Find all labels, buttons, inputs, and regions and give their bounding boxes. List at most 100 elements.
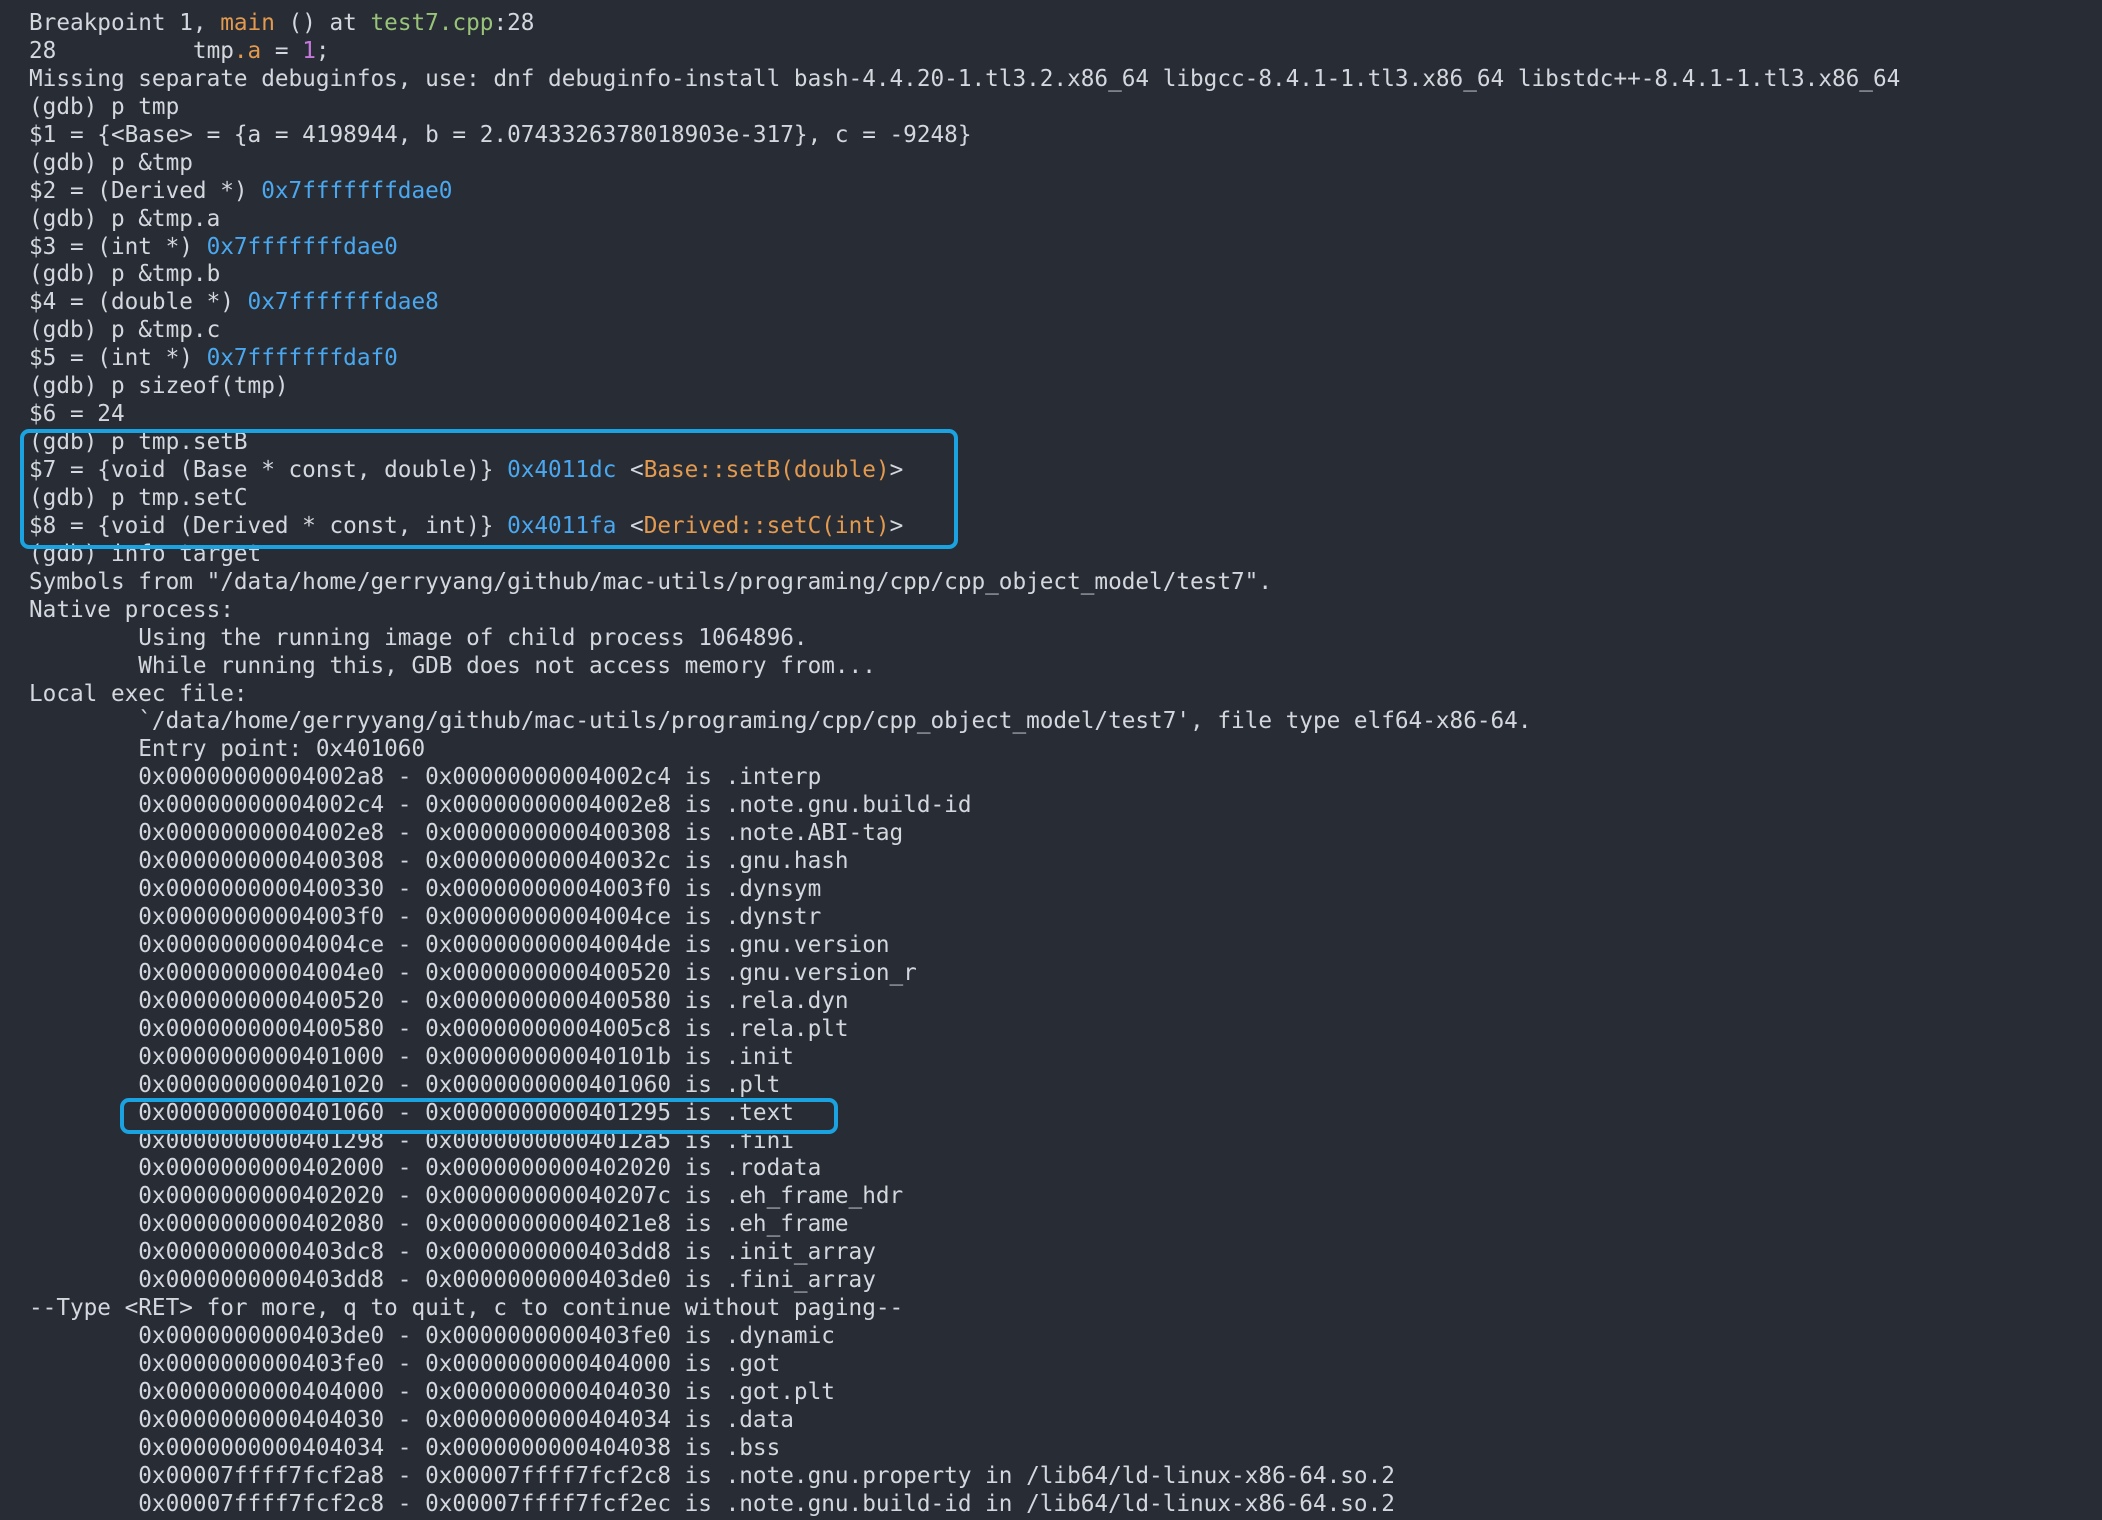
terminal-line: 0x00000000004004ce - 0x00000000004004de … bbox=[29, 932, 2102, 960]
terminal-text-span: test7.cpp bbox=[370, 10, 494, 36]
terminal-line: 0x0000000000402000 - 0x0000000000402020 … bbox=[29, 1155, 2102, 1183]
terminal-text-span: 0x00000000004004ce - 0x00000000004004de … bbox=[29, 931, 890, 958]
terminal-line: 0x0000000000403de0 - 0x0000000000403fe0 … bbox=[29, 1323, 2102, 1351]
terminal-text-span: ; bbox=[315, 37, 330, 64]
terminal-text-span: 0x00000000004002e8 - 0x0000000000400308 … bbox=[29, 820, 904, 847]
terminal-line: 28 tmp.a = 1; bbox=[29, 38, 2102, 66]
terminal-line: Local exec file: bbox=[29, 681, 2102, 709]
terminal-text-span: 0x4011fa bbox=[507, 512, 617, 539]
terminal-text-span: (gdb) p &tmp.b bbox=[29, 261, 221, 288]
terminal-text-span: $5 = (int *) bbox=[29, 345, 207, 372]
terminal-line: 0x00000000004002e8 - 0x0000000000400308 … bbox=[29, 820, 2102, 848]
terminal-line: 0x00007ffff7fcf2a8 - 0x00007ffff7fcf2c8 … bbox=[29, 1463, 2102, 1491]
terminal-output: Breakpoint 1, main () at test7.cpp:28 28 … bbox=[29, 10, 2102, 1519]
terminal-line: 0x00000000004003f0 - 0x00000000004004ce … bbox=[29, 904, 2102, 932]
terminal-text-span: 0x00000000004002c4 - 0x00000000004002e8 … bbox=[29, 792, 972, 819]
terminal-text-span: 0x7fffffffdae0 bbox=[206, 233, 398, 260]
terminal-line: $5 = (int *) 0x7fffffffdaf0 bbox=[29, 345, 2102, 373]
terminal-line: (gdb) p &tmp bbox=[29, 150, 2102, 178]
terminal-text-span: 0x00000000004002a8 - 0x00000000004002c4 … bbox=[29, 764, 822, 791]
terminal-line: 0x00000000004004e0 - 0x0000000000400520 … bbox=[29, 960, 2102, 988]
terminal-text-span: 0x0000000000404000 - 0x0000000000404030 … bbox=[29, 1378, 835, 1405]
terminal-text-span: --Type <RET> for more, q to quit, c to c… bbox=[29, 1295, 904, 1322]
terminal-text-span: 0x0000000000403fe0 - 0x0000000000404000 … bbox=[29, 1351, 781, 1377]
terminal-line: Breakpoint 1, main () at test7.cpp:28 bbox=[29, 10, 2102, 38]
terminal-line: (gdb) p sizeof(tmp) bbox=[29, 373, 2102, 401]
terminal-text-span: 0x0000000000402020 - 0x000000000040207c … bbox=[29, 1183, 904, 1210]
terminal-text-span: $6 = 24 bbox=[29, 401, 125, 428]
terminal-text-span: $7 = {void (Base * const, double)} bbox=[29, 457, 508, 483]
terminal-text-span: 0x0000000000400330 - 0x00000000004003f0 … bbox=[29, 876, 822, 903]
terminal-line: 0x0000000000402080 - 0x00000000004021e8 … bbox=[29, 1211, 2102, 1239]
terminal-line: 0x00000000004002c4 - 0x00000000004002e8 … bbox=[29, 792, 2102, 820]
terminal-line: While running this, GDB does not access … bbox=[29, 653, 2102, 681]
terminal-line: (gdb) info target bbox=[29, 541, 2102, 569]
terminal-text-span: Derived::setC(int) bbox=[643, 512, 890, 539]
terminal-text-span: 0x0000000000402000 - 0x0000000000402020 … bbox=[29, 1155, 822, 1182]
terminal-text-span: < bbox=[616, 457, 644, 483]
terminal-text-span: Native process: bbox=[29, 596, 234, 623]
terminal-text-span: > bbox=[889, 457, 904, 483]
terminal-text-span: $4 = (double *) bbox=[29, 289, 248, 316]
terminal-line: 0x0000000000400330 - 0x00000000004003f0 … bbox=[29, 876, 2102, 904]
terminal-text-span: 0x0000000000403de0 - 0x0000000000403fe0 … bbox=[29, 1323, 835, 1350]
terminal-text-span: (gdb) p sizeof(tmp) bbox=[29, 373, 289, 400]
terminal-line: 0x00000000004002a8 - 0x00000000004002c4 … bbox=[29, 764, 2102, 792]
terminal-text-span: Entry point: 0x401060 bbox=[29, 736, 426, 763]
terminal-line: 0x0000000000401298 - 0x00000000004012a5 … bbox=[29, 1128, 2102, 1156]
terminal-text-span: 0x4011dc bbox=[507, 457, 617, 483]
terminal-text-span: 0x0000000000401000 - 0x000000000040101b … bbox=[29, 1043, 794, 1070]
terminal-line: 0x0000000000401020 - 0x0000000000401060 … bbox=[29, 1072, 2102, 1100]
terminal-line: $7 = {void (Base * const, double)} 0x401… bbox=[29, 457, 2102, 485]
terminal-line: --Type <RET> for more, q to quit, c to c… bbox=[29, 1295, 2102, 1323]
terminal-line: 0x0000000000401060 - 0x0000000000401295 … bbox=[29, 1100, 2102, 1128]
terminal-line: $8 = {void (Derived * const, int)} 0x401… bbox=[29, 513, 2102, 541]
terminal-text-span: Local exec file: bbox=[29, 680, 248, 707]
terminal-line: 0x0000000000403dc8 - 0x0000000000403dd8 … bbox=[29, 1239, 2102, 1267]
terminal-line: (gdb) p &tmp.a bbox=[29, 206, 2102, 234]
terminal-text-span: (gdb) p tmp.setB bbox=[29, 429, 248, 456]
terminal-text-span: While running this, GDB does not access … bbox=[29, 652, 876, 679]
terminal-text-span: :28 bbox=[493, 10, 535, 36]
terminal-text-span: $3 = (int *) bbox=[29, 233, 207, 260]
terminal-text-span: Breakpoint 1, bbox=[29, 10, 221, 36]
terminal-text-span: = bbox=[261, 37, 303, 64]
terminal-line: 0x0000000000403dd8 - 0x0000000000403de0 … bbox=[29, 1267, 2102, 1295]
terminal-line: Symbols from "/data/home/gerryyang/githu… bbox=[29, 569, 2102, 597]
terminal-text-span: 28 tmp bbox=[29, 37, 234, 64]
terminal-text-span: 1 bbox=[302, 37, 316, 64]
terminal-text-span: 0x7fffffffdae0 bbox=[261, 177, 453, 204]
terminal-line: $3 = (int *) 0x7fffffffdae0 bbox=[29, 234, 2102, 262]
terminal-text-span: 0x0000000000403dd8 - 0x0000000000403de0 … bbox=[29, 1267, 876, 1294]
terminal-text-span: 0x00000000004003f0 - 0x00000000004004ce … bbox=[29, 904, 822, 930]
terminal-line: Native process: bbox=[29, 597, 2102, 625]
terminal-line: 0x0000000000403fe0 - 0x0000000000404000 … bbox=[29, 1351, 2102, 1379]
terminal-text-span: (gdb) p tmp.setC bbox=[29, 484, 248, 511]
terminal-line: 0x0000000000400580 - 0x00000000004005c8 … bbox=[29, 1016, 2102, 1044]
terminal-text-span: main bbox=[220, 10, 275, 36]
terminal-text-span: $1 = {<Base> = {a = 4198944, b = 2.07433… bbox=[29, 121, 972, 148]
terminal-line: Using the running image of child process… bbox=[29, 625, 2102, 653]
terminal-line: $6 = 24 bbox=[29, 401, 2102, 429]
terminal-text-span: 0x0000000000400580 - 0x00000000004005c8 … bbox=[29, 1015, 849, 1042]
terminal-text-span: 0x0000000000402080 - 0x00000000004021e8 … bbox=[29, 1211, 849, 1238]
terminal-text-span: `/data/home/gerryyang/github/mac-utils/p… bbox=[29, 708, 1532, 735]
terminal-text-span: $8 = {void (Derived * const, int)} bbox=[29, 512, 508, 539]
terminal-line: (gdb) p &tmp.c bbox=[29, 317, 2102, 345]
terminal-line: Entry point: 0x401060 bbox=[29, 736, 2102, 764]
terminal-text-span: $2 = (Derived *) bbox=[29, 177, 262, 204]
terminal-line: $4 = (double *) 0x7fffffffdae8 bbox=[29, 289, 2102, 317]
terminal-text-span: 0x0000000000401060 - 0x0000000000401295 … bbox=[29, 1099, 794, 1126]
terminal-line: `/data/home/gerryyang/github/mac-utils/p… bbox=[29, 708, 2102, 736]
terminal-line: (gdb) p &tmp.b bbox=[29, 261, 2102, 289]
terminal-line: 0x0000000000401000 - 0x000000000040101b … bbox=[29, 1044, 2102, 1072]
terminal-text-span: 0x00000000004004e0 - 0x0000000000400520 … bbox=[29, 959, 917, 986]
terminal-text-span: 0x0000000000400308 - 0x000000000040032c … bbox=[29, 848, 849, 875]
terminal-text-span: .a bbox=[233, 37, 262, 64]
terminal-text-span: (gdb) p &tmp.a bbox=[29, 205, 221, 232]
terminal-text-span: (gdb) p tmp bbox=[29, 93, 180, 120]
terminal-text-span: 0x0000000000400520 - 0x0000000000400580 … bbox=[29, 987, 849, 1014]
terminal-line: (gdb) p tmp.setC bbox=[29, 485, 2102, 513]
terminal-window[interactable]: Breakpoint 1, main () at test7.cpp:28 28 … bbox=[0, 0, 2102, 1520]
terminal-line: (gdb) p tmp.setB bbox=[29, 429, 2102, 457]
